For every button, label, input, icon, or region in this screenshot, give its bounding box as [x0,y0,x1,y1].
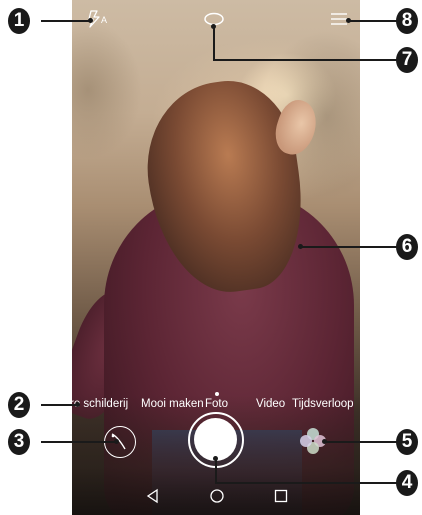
callout-dot-2 [75,402,80,407]
callout-line-4a [215,458,217,484]
callout-dot-7 [211,24,216,29]
callout-7: 7 [396,47,418,73]
camera-viewfinder[interactable]: A re schilderij Mooi maken Foto Video Ti… [72,0,360,515]
home-icon[interactable] [209,488,225,504]
callout-4: 4 [396,470,418,496]
callout-8: 8 [396,8,418,34]
callout-line-6 [301,246,398,248]
callout-line-4b [215,482,398,484]
callout-line-3 [41,441,117,443]
callout-line-8 [348,20,398,22]
mode-item-foto[interactable]: Foto [205,398,228,410]
callout-line-7a [213,26,215,60]
mode-item-schilderij[interactable]: re schilderij [72,398,128,410]
callout-1: 1 [8,8,30,34]
callout-2: 2 [8,392,30,418]
callout-line-2 [41,404,77,406]
callout-dot-3 [114,439,119,444]
callout-line-5 [324,441,398,443]
selected-mode-indicator [215,392,219,396]
mode-item-video[interactable]: Video [256,398,285,410]
callout-dot-8 [346,18,351,23]
mode-item-tijdsverloop[interactable]: Tijdsverloop [292,398,354,410]
callout-3: 3 [8,429,30,455]
shutter-button-core [194,418,237,461]
back-icon[interactable] [145,488,161,504]
navigation-bar [72,480,360,515]
callout-line-7b [213,59,398,61]
callout-dot-4 [213,456,218,461]
recent-apps-icon[interactable] [273,488,289,504]
callout-dot-6 [298,244,303,249]
flash-mode-label: A [101,15,108,25]
callout-6: 6 [396,234,418,260]
callout-dot-5 [322,439,327,444]
callout-5: 5 [396,429,418,455]
mode-item-mooi-maken[interactable]: Mooi maken [141,398,204,410]
callout-line-1 [41,20,91,22]
callout-dot-1 [88,18,93,23]
background-trees [72,20,142,160]
